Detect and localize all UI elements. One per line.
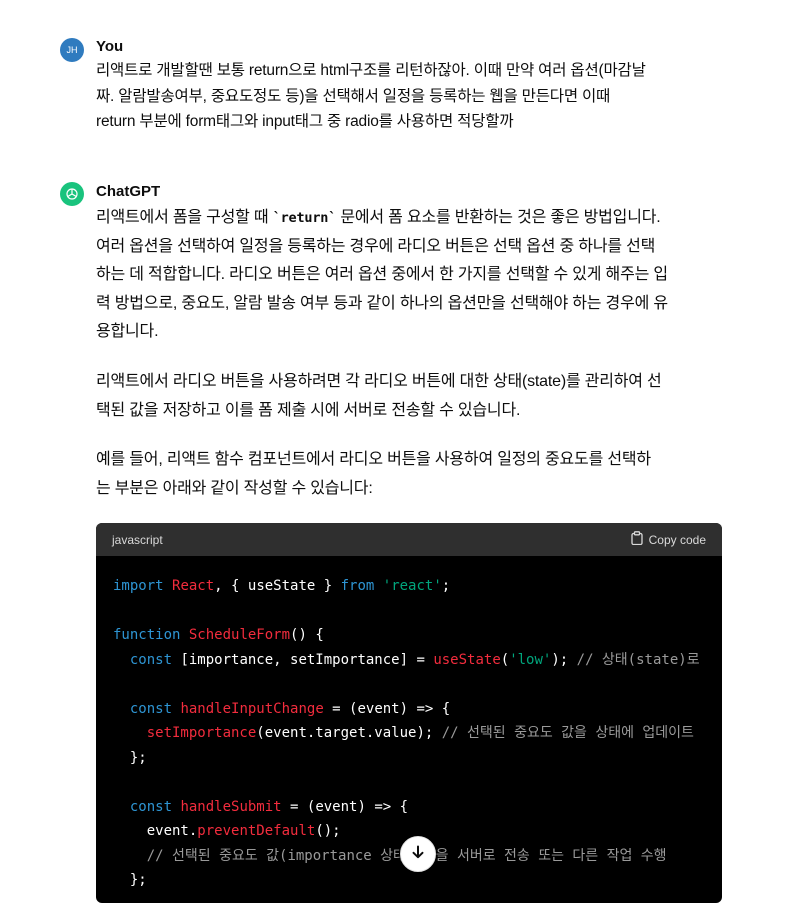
assistant-paragraph-2: 리액트에서 라디오 버튼을 사용하려면 각 라디오 버튼에 대한 상태(stat… — [96, 368, 726, 425]
code-language-label: javascript — [112, 532, 163, 547]
code-line: function ScheduleForm() { — [113, 627, 324, 643]
user-line: 짜. 알람발송여부, 중요도정도 등)을 선택해서 일정을 등록하는 웹을 만든… — [96, 87, 611, 105]
copy-code-label: Copy code — [648, 532, 706, 547]
code-line: setImportance(event.target.value); // 선택… — [146, 725, 694, 741]
user-line: return 부분에 form태그와 input태그 중 radio를 사용하면… — [96, 113, 514, 130]
user-message-text: 리액트로 개발할땐 보통 return으로 html구조를 리턴하잖아. 이때 … — [96, 58, 726, 135]
arrow-down-icon — [410, 844, 426, 864]
assistant-line: 는 부분은 아래와 같이 작성할 수 있습니다: — [96, 479, 373, 497]
user-line: 리액트로 개발할땐 보통 return으로 html구조를 리턴하잖아. 이때 … — [96, 62, 646, 79]
user-avatar-initials: JH — [66, 45, 78, 55]
assistant-line: 예를 들어, 리액트 함수 컴포넌트에서 라디오 버튼을 사용하여 일정의 중요… — [96, 451, 651, 468]
user-avatar: JH — [60, 38, 84, 62]
assistant-line: 택된 값을 저장하고 이를 폼 제출 시에 서버로 전송할 수 있습니다. — [96, 401, 521, 419]
inline-code: `return` — [272, 210, 337, 226]
assistant-line: 력 방법으로, 중요도, 알람 발송 여부 등과 같이 하나의 옵션만을 선택해… — [96, 294, 668, 312]
code-line: const [importance, setImportance] = useS… — [129, 651, 700, 668]
assistant-author: ChatGPT — [96, 183, 161, 200]
code-block-header: javascript Copy code — [96, 523, 722, 556]
user-author: You — [96, 38, 124, 55]
scroll-to-bottom-button[interactable] — [400, 836, 436, 872]
assistant-line: 용합니다. — [96, 323, 159, 340]
assistant-line: 리액트에서 폼을 구성할 때 `return` 문에서 폼 요소를 반환하는 것… — [96, 209, 661, 226]
clipboard-icon — [630, 531, 643, 548]
assistant-line: 여러 옵션을 선택하여 일정을 등록하는 경우에 라디오 버튼은 선택 옵션 중… — [96, 237, 656, 255]
code-line: const handleInputChange = (event) => { — [129, 700, 451, 717]
code-line: const handleSubmit = (event) => { — [129, 798, 409, 815]
copy-code-button[interactable]: Copy code — [630, 531, 706, 548]
code-line: import React, { useState } from 'react'; — [113, 578, 451, 594]
assistant-line: 하는 데 적합합니다. 라디오 버튼은 여러 옵션 중에서 한 가지를 선택할 … — [96, 266, 668, 283]
openai-logo-icon — [60, 182, 84, 206]
assistant-paragraph-3: 예를 들어, 리액트 함수 컴포넌트에서 라디오 버튼을 사용하여 일정의 중요… — [96, 446, 726, 503]
code-line: }; — [129, 749, 147, 766]
assistant-line: 리액트에서 라디오 버튼을 사용하려면 각 라디오 버튼에 대한 상태(stat… — [96, 373, 662, 390]
assistant-paragraph-1: 리액트에서 폼을 구성할 때 `return` 문에서 폼 요소를 반환하는 것… — [96, 204, 726, 347]
